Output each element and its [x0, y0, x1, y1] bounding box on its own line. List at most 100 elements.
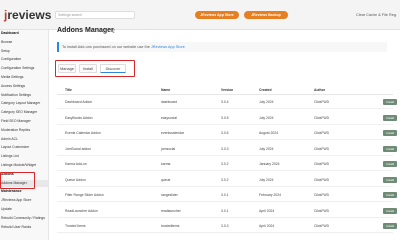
app-store-button[interactable]: JReviews App Store — [195, 11, 239, 19]
sidebar-item[interactable]: Listings Module/Widget — [0, 162, 48, 169]
table-cell: ClickFWD — [314, 131, 330, 135]
install-button[interactable]: Install — [383, 223, 397, 229]
table-cell: April 2024 — [259, 224, 275, 228]
backup-button[interactable]: JReviews Backup — [244, 11, 288, 19]
sidebar-item[interactable]: Admin ACL — [0, 136, 48, 143]
table-row: Events Calendar Addon eventscalendar 3.0.6… — [57, 127, 397, 140]
install-button[interactable]: Install — [383, 207, 397, 214]
table-cell: February 2024 — [259, 193, 282, 197]
table-cell: JomSocial addon — [65, 146, 92, 151]
table-row: Queue Addon queue 3.0.2 July 2024 ClickFWD In… — [57, 174, 397, 187]
table-cell: 3.0.4 — [221, 100, 229, 104]
table-cell: Trusted Items — [65, 224, 86, 228]
settings-search-input[interactable]: Settings search — [55, 11, 135, 19]
table-cell: Karma Add-on — [65, 162, 87, 166]
table-cell: July 2024 — [259, 115, 274, 120]
sidebar-item[interactable]: Category SEO Manager — [0, 109, 48, 116]
table-cell: karma — [161, 162, 171, 166]
table-row: Trusted Items trusteditems 3.0.3 April 2024… — [57, 220, 397, 233]
col-title: Title — [65, 88, 72, 92]
table-cell: Events Calendar Addon — [65, 131, 101, 135]
table-cell: April 2024 — [259, 208, 275, 213]
table-cell: 3.0.2 — [221, 177, 229, 182]
install-button[interactable]: Install — [383, 130, 397, 136]
install-button[interactable]: Install — [383, 161, 397, 167]
sidebar-item[interactable]: Field SEO Manager — [0, 118, 48, 125]
table-cell: 3.0.3 — [221, 224, 229, 228]
install-button[interactable]: Install — [383, 114, 397, 121]
table-cell: ClickFWD — [314, 177, 330, 182]
table-cell: rangeslider — [161, 193, 178, 197]
app-store-link[interactable]: JReviews App Store — [151, 45, 185, 49]
table-cell: January 2024 — [259, 162, 280, 166]
table-cell: July 2024 — [259, 100, 274, 104]
table-cell: easysocial — [161, 115, 177, 120]
sidebar-item[interactable]: Configuration — [0, 56, 48, 63]
table-cell: 3.0.5 — [221, 115, 229, 120]
table-cell: Queue Addon — [65, 177, 86, 182]
col-author: Author — [314, 88, 326, 92]
table-cell: readlauncher — [161, 208, 181, 213]
sidebar-item[interactable]: Browse — [0, 39, 48, 46]
table-cell: ClickFWD — [314, 146, 330, 151]
table-row: Karma Add-on karma 3.0.2 January 2024 ClickF… — [57, 158, 397, 171]
sidebar-item[interactable]: Rebuild Community / Ratings — [0, 215, 48, 222]
table-cell: ClickFWD — [314, 224, 330, 228]
install-button[interactable]: Install — [383, 99, 397, 105]
table-cell: 3.0.6 — [221, 131, 229, 135]
sidebar-item[interactable]: Listings List — [0, 153, 48, 160]
sidebar-item[interactable]: Media Settings — [0, 74, 48, 81]
sidebar-item[interactable]: Configuration Settings — [0, 65, 48, 72]
sidebar-item[interactable]: Category Layout Manager — [0, 100, 48, 107]
table-cell: July 2024 — [259, 177, 274, 182]
table-cell: eventscalendar — [161, 131, 184, 135]
col-version: Version — [221, 88, 234, 92]
table-cell: July 2024 — [259, 146, 274, 151]
table-cell: 3.0.1 — [221, 193, 229, 197]
clear-cache-link[interactable]: Clear Cache & File Reg. — [356, 11, 397, 19]
sidebar-item[interactable]: Update — [0, 206, 48, 213]
sidebar-item[interactable]: JReviews App Store — [0, 197, 48, 204]
table-cell: 3.0.3 — [221, 146, 229, 151]
sidebar-item[interactable]: Dashboard — [0, 30, 48, 37]
install-button[interactable]: Install — [383, 176, 397, 183]
table-cell: ClickFWD — [314, 100, 330, 104]
sidebar-item[interactable]: Layout Customizer — [0, 144, 48, 151]
table-row: JomSocial addon jomsocial 3.0.3 July 2024 Cl… — [57, 143, 397, 156]
table-cell: Dashboard Addon — [65, 100, 93, 104]
table-cell: queue — [161, 177, 171, 182]
table-cell: ReadLauncher Addon — [65, 208, 98, 213]
table-cell: ClickFWD — [314, 162, 330, 166]
sidebar-item[interactable]: Maintenance — [0, 188, 48, 195]
table-row: Filter Range Slider Addon rangeslider 3.0.… — [57, 189, 397, 202]
sidebar-item[interactable]: Moderation Replies — [0, 127, 48, 134]
sidebar: Dashboard Browse Setup Configuration Configu… — [0, 30, 49, 240]
sidebar-item[interactable]: Setup — [0, 48, 48, 55]
table-cell: trusteditems — [161, 224, 180, 228]
table-cell: EasyBooks Addon — [65, 115, 93, 120]
table-cell: jomsocial — [161, 146, 176, 151]
table-cell: Filter Range Slider Addon — [65, 193, 104, 197]
table-cell: 3.0.1 — [221, 208, 229, 213]
page-title: Addons Manager — [57, 27, 114, 34]
logo[interactable]: jreviews — [4, 8, 51, 22]
install-button[interactable]: Install — [383, 145, 397, 152]
notice-text: To install Add-ons purchased on our webs… — [62, 45, 150, 49]
table-cell: ClickFWD — [314, 208, 330, 213]
table-cell: ClickFWD — [314, 193, 330, 197]
install-button[interactable]: Install — [383, 192, 397, 198]
top-bar: jreviews Settings search JReviews App St… — [0, 0, 400, 30]
table-row: Dashboard Addon dashboard 3.0.4 July 2024 Cl… — [57, 96, 397, 109]
col-created: Created — [259, 88, 272, 92]
sidebar-item[interactable]: Rebuild User Ranks — [0, 224, 48, 231]
table-header: Title Name Version Created Author — [57, 86, 393, 95]
logo-text: reviews — [7, 8, 52, 22]
addons-manager-highlight — [0, 172, 35, 189]
sidebar-item[interactable]: Notification Settings — [0, 92, 48, 99]
table-cell: dashboard — [161, 100, 178, 104]
table-cell: 3.0.2 — [221, 162, 229, 166]
table-cell: August 2024 — [259, 131, 279, 135]
col-name: Name — [161, 88, 171, 92]
upload-icon: ⇪ — [111, 29, 117, 35]
sidebar-item[interactable]: Access Settings — [0, 83, 48, 90]
